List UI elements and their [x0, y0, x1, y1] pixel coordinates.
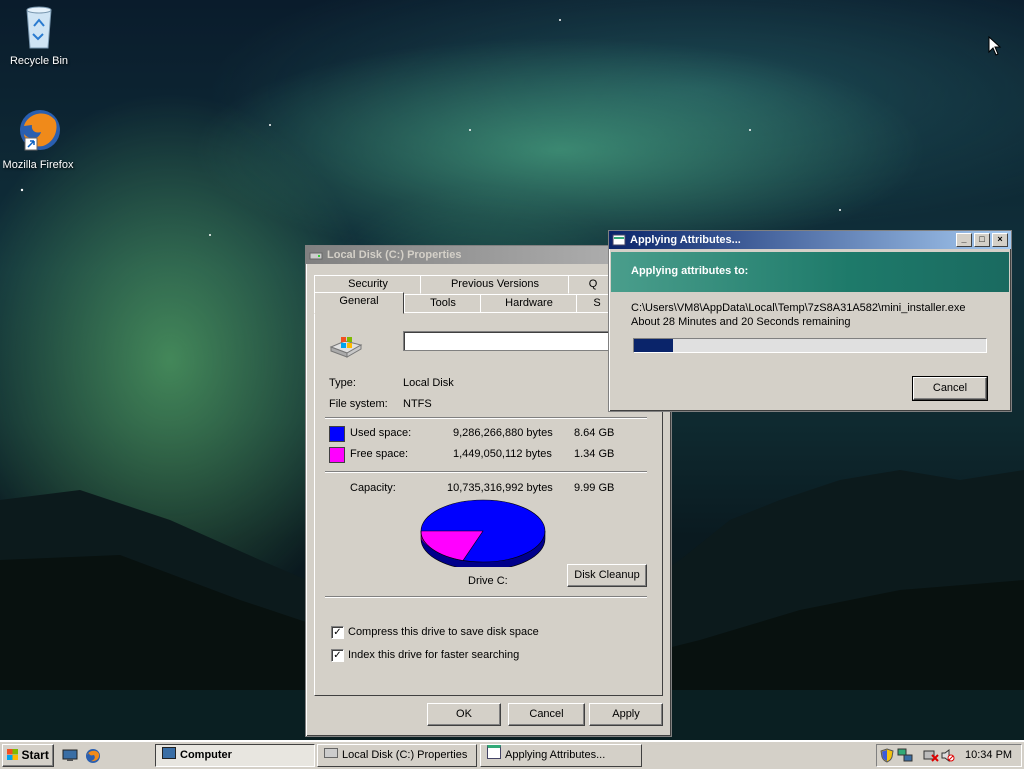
firefox-icon [20, 110, 60, 151]
security-shield-icon[interactable] [880, 748, 894, 763]
compress-label[interactable]: Compress this drive to save disk space [348, 626, 539, 638]
attributes-small-icon [487, 745, 501, 759]
attributes-window-icon [612, 234, 626, 246]
used-space-gb: 8.64 GB [574, 427, 615, 439]
drive-icon [309, 252, 323, 260]
tab-general[interactable]: General [314, 292, 404, 314]
tab-hardware[interactable]: Hardware [480, 294, 578, 313]
close-icon[interactable]: × [992, 233, 1008, 247]
attributes-path: C:\Users\VM8\AppData\Local\Temp\7zS8A31A… [631, 302, 966, 314]
desktop-icon-label: Mozilla Firefox [2, 159, 74, 171]
drive-large-icon [329, 337, 363, 358]
minimize-icon[interactable]: _ [956, 233, 972, 247]
progress-bar [633, 338, 987, 353]
free-space-bytes: 1,449,050,112 bytes [453, 448, 552, 460]
firefox-quicklaunch-icon[interactable] [85, 748, 101, 764]
used-space-bytes: 9,286,266,880 bytes [453, 427, 553, 439]
separator [325, 471, 647, 473]
clock: 10:34 PM [965, 749, 1013, 761]
drive-small-icon [324, 748, 338, 758]
capacity-bytes: 10,735,316,992 bytes [447, 482, 553, 494]
type-label: Type: [329, 377, 356, 389]
show-desktop-icon[interactable] [62, 749, 78, 762]
separator [325, 596, 647, 598]
system-tray: 10:34 PM [876, 744, 1022, 767]
start-label: Start [21, 748, 49, 762]
free-space-gb: 1.34 GB [574, 448, 615, 460]
attributes-titlebar[interactable]: Applying Attributes... _ □ × [609, 231, 1011, 249]
desktop-icon-label: Recycle Bin [9, 55, 69, 67]
tab-previous-versions[interactable]: Previous Versions [420, 275, 570, 294]
apply-button[interactable]: Apply [589, 703, 663, 726]
attributes-cancel-button[interactable]: Cancel [912, 376, 988, 401]
disk-cleanup-button[interactable]: Disk Cleanup [567, 564, 647, 587]
index-checkbox[interactable]: ✓ [331, 649, 344, 662]
taskbar: Start Computer Local Disk (C:) Propertie… [0, 740, 1024, 769]
free-space-swatch [329, 447, 345, 463]
volume-muted-icon[interactable] [941, 749, 955, 762]
windows-logo-icon [7, 749, 19, 760]
taskbar-item-label: Local Disk (C:) Properties [342, 749, 468, 761]
desktop-icon-firefox[interactable]: Mozilla Firefox [0, 106, 76, 171]
taskbar-item-computer[interactable]: Computer [155, 744, 315, 767]
disk-usage-pie-chart [420, 499, 546, 567]
attributes-title: Applying Attributes... [630, 234, 741, 246]
progress-fill [634, 339, 673, 352]
taskbar-item-attributes[interactable]: Applying Attributes... [480, 744, 642, 767]
attributes-header-band: Applying attributes to: [611, 252, 1009, 292]
type-value: Local Disk [403, 377, 454, 389]
time-remaining: About 28 Minutes and 20 Seconds remainin… [631, 316, 851, 328]
network-icon[interactable] [897, 748, 913, 763]
recycle-bin-icon [26, 6, 52, 49]
file-system-value: NTFS [403, 398, 432, 410]
compress-checkbox[interactable]: ✓ [331, 626, 344, 639]
mouse-cursor-icon [988, 36, 1002, 56]
computer-icon [162, 747, 176, 759]
used-space-swatch [329, 426, 345, 442]
applying-attributes-dialog: Applying Attributes... _ □ × Applying at… [608, 230, 1012, 412]
ok-button[interactable]: OK [427, 703, 501, 726]
taskbar-item-properties[interactable]: Local Disk (C:) Properties [317, 744, 477, 767]
free-space-label: Free space: [350, 448, 409, 460]
start-button[interactable]: Start [2, 744, 54, 767]
network-disconnected-icon[interactable] [923, 748, 939, 763]
attributes-heading: Applying attributes to: [631, 265, 749, 277]
desktop-icon-recycle-bin[interactable]: Recycle Bin [1, 4, 77, 67]
taskbar-item-label: Computer [180, 749, 232, 761]
index-label[interactable]: Index this drive for faster searching [348, 649, 519, 661]
tab-tools[interactable]: Tools [404, 294, 482, 313]
capacity-label: Capacity: [350, 482, 396, 494]
taskbar-item-label: Applying Attributes... [505, 749, 606, 761]
capacity-gb: 9.99 GB [574, 482, 615, 494]
separator [325, 417, 647, 419]
maximize-icon[interactable]: □ [974, 233, 990, 247]
drive-caption: Drive C: [468, 575, 508, 587]
used-space-label: Used space: [350, 427, 412, 439]
file-system-label: File system: [329, 398, 388, 410]
cancel-button[interactable]: Cancel [508, 703, 585, 726]
